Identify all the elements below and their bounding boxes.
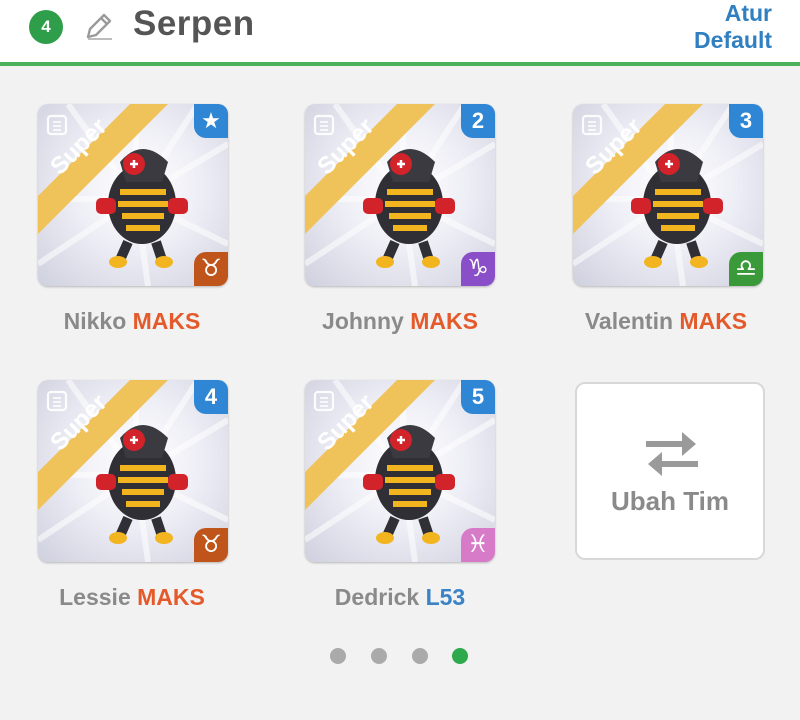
character-name: Johnny xyxy=(322,308,411,334)
character-card[interactable]: Super 3 ♎ xyxy=(573,104,763,286)
team-header: 4 Serpen Atur Default xyxy=(0,0,800,66)
reset-label-line1: Atur xyxy=(724,0,772,26)
change-team-button[interactable]: Ubah Tim xyxy=(575,382,765,560)
zodiac-icon: ♎ xyxy=(729,252,763,286)
character-card[interactable]: Super 5 ♓ xyxy=(305,380,495,562)
page-dot-2[interactable] xyxy=(371,648,387,664)
reset-label-line2: Default xyxy=(694,27,772,53)
zodiac-icon: ♑ xyxy=(461,252,495,286)
pencil-icon[interactable] xyxy=(82,9,116,43)
team-number-badge: 4 xyxy=(29,10,63,44)
slot-number-badge: ★ xyxy=(194,104,228,138)
character-label: Dedrick L53 xyxy=(275,584,525,611)
reset-default-button[interactable]: Atur Default xyxy=(662,0,772,54)
page-dot-4[interactable] xyxy=(452,648,468,664)
slot-number-badge: 4 xyxy=(194,380,228,414)
page-dot-3[interactable] xyxy=(412,648,428,664)
zodiac-icon: ♉ xyxy=(194,528,228,562)
slot-number-badge: 3 xyxy=(729,104,763,138)
character-name: Valentin xyxy=(584,308,680,334)
zodiac-icon: ♓ xyxy=(461,528,495,562)
character-card[interactable]: Super 4 ♉ xyxy=(38,380,228,562)
change-team-label: Ubah Tim xyxy=(611,486,729,516)
slot-number-badge: 2 xyxy=(461,104,495,138)
character-card[interactable]: Super ★ ♉ xyxy=(38,104,228,286)
page-dot-1[interactable] xyxy=(330,648,346,664)
character-level: L53 xyxy=(425,584,466,610)
character-label: Nikko MAKS xyxy=(7,308,257,335)
character-label: Valentin MAKS xyxy=(541,308,791,335)
character-level: MAKS xyxy=(137,584,205,610)
character-label: Johnny MAKS xyxy=(275,308,525,335)
team-name[interactable]: Serpen xyxy=(133,4,255,44)
character-level: MAKS xyxy=(410,308,478,334)
character-card[interactable]: Super 2 ♑ xyxy=(305,104,495,286)
slot-number-badge: 5 xyxy=(461,380,495,414)
character-name: Nikko xyxy=(63,308,133,334)
character-level: MAKS xyxy=(132,308,201,334)
character-label: Lessie MAKS xyxy=(7,584,257,611)
zodiac-icon: ♉ xyxy=(194,252,228,286)
character-name: Lessie xyxy=(59,584,138,610)
character-name: Dedrick xyxy=(334,584,426,610)
character-level: MAKS xyxy=(679,308,748,334)
swap-arrows-icon xyxy=(646,432,698,476)
